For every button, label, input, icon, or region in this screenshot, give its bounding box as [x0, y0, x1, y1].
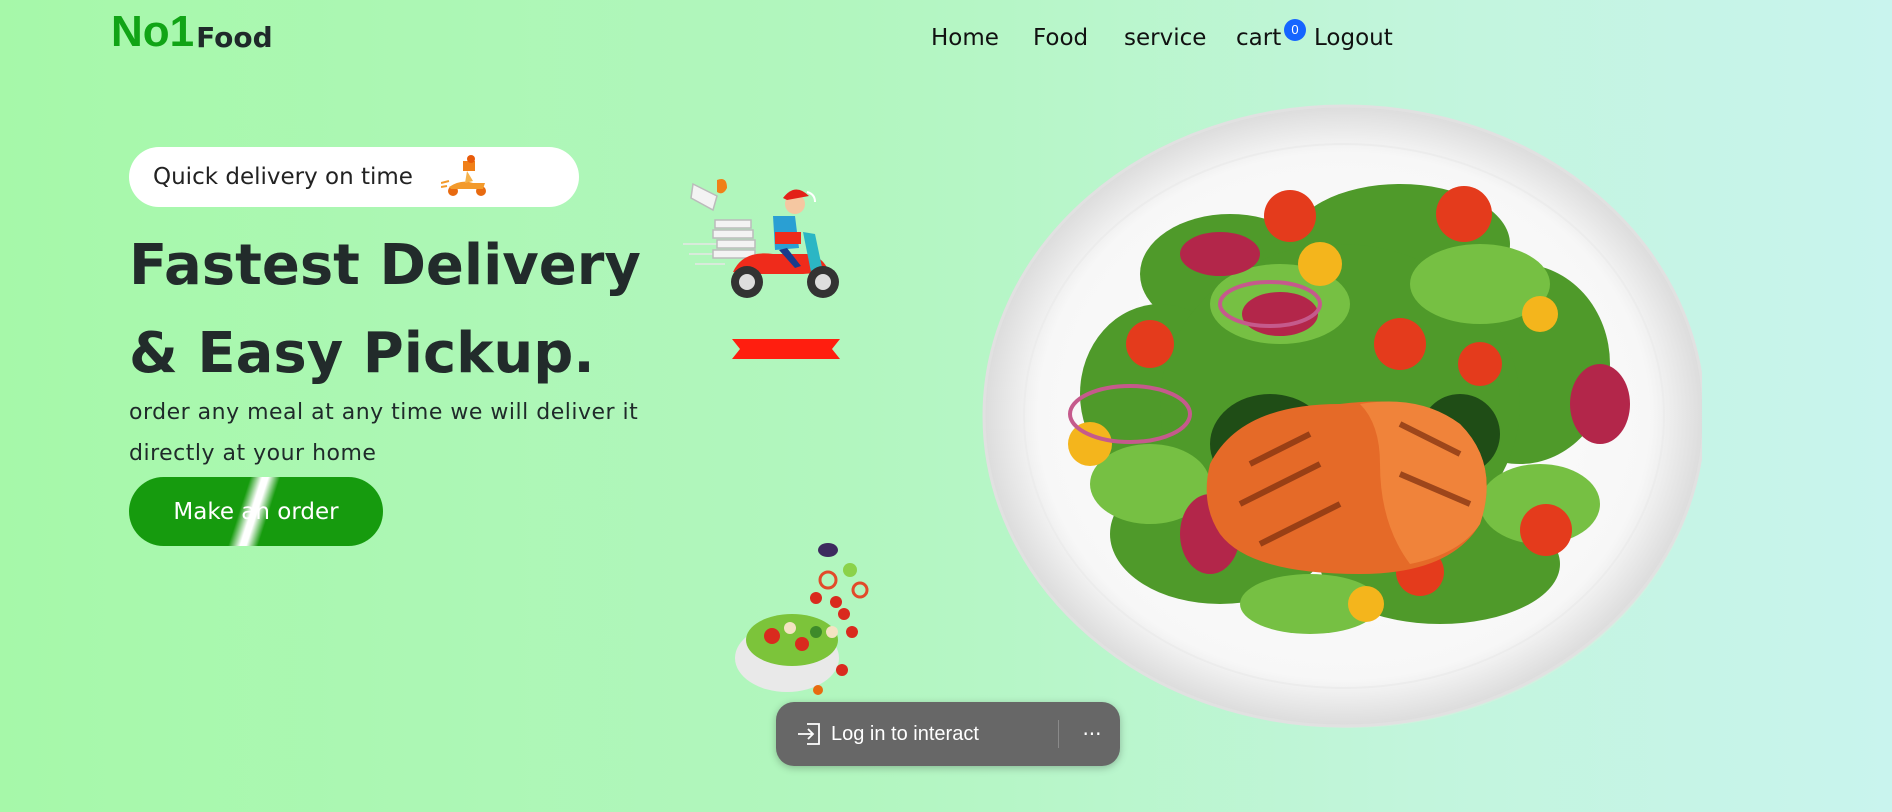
overlay-divider: [1058, 720, 1059, 748]
login-overlay-bar[interactable]: Log in to interact ···: [776, 702, 1120, 766]
sign-in-icon: [798, 723, 820, 745]
nav-logout[interactable]: Logout: [1314, 25, 1393, 51]
quick-delivery-text: Quick delivery on time: [153, 164, 413, 190]
salmon-salad-plate-image: [982, 104, 1702, 728]
nav-food[interactable]: Food: [1033, 25, 1088, 51]
nav-home[interactable]: Home: [931, 25, 999, 51]
delivery-scooter-illustration: [683, 179, 839, 298]
cart-count-badge: 0: [1284, 19, 1306, 41]
delivery-scooter-icon: [440, 155, 486, 196]
brand-no1: No1: [111, 7, 195, 56]
more-options-icon[interactable]: ···: [1078, 720, 1106, 748]
quick-delivery-pill: Quick delivery on time: [129, 147, 579, 207]
brand-logo[interactable]: No1 Food: [111, 10, 273, 54]
salad-bowl-illustration: [735, 543, 869, 695]
hero-headline: Fastest Delivery & Easy Pickup.: [129, 233, 641, 386]
nav-cart[interactable]: cart 0: [1236, 19, 1306, 51]
hero-subtext: order any meal at any time we will deliv…: [129, 400, 639, 466]
nav-cart-label: cart: [1236, 25, 1282, 51]
nav-service[interactable]: service: [1124, 25, 1206, 51]
make-order-label: Make an order: [173, 498, 339, 525]
red-ribbon-decoration: [732, 339, 840, 359]
make-order-button[interactable]: Make an order: [129, 477, 383, 546]
login-to-interact-text[interactable]: Log in to interact: [831, 723, 979, 746]
brand-food: Food: [196, 21, 273, 54]
